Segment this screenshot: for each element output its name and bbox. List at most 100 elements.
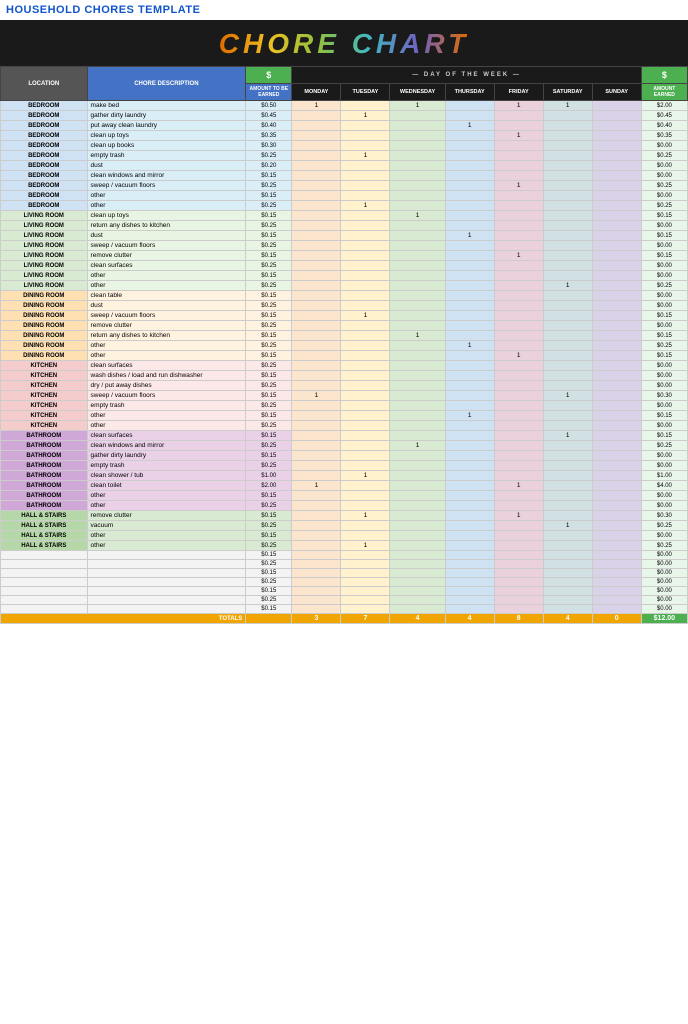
day-cell-mon	[292, 311, 341, 321]
day-cell-sun	[592, 351, 641, 361]
day-cell-sun	[592, 201, 641, 211]
day-cell-sat	[543, 569, 592, 578]
day-cell-thu	[445, 311, 494, 321]
day-cell-sun	[592, 231, 641, 241]
day-cell-mon	[292, 151, 341, 161]
day-cell-sat	[543, 161, 592, 171]
day-cell-fri	[494, 191, 543, 201]
day-cell-sun	[592, 441, 641, 451]
day-cell-fri	[494, 121, 543, 131]
day-cell-thu	[445, 251, 494, 261]
table-row: KITCHEN other $0.15 1 $0.15	[1, 411, 688, 421]
amount-cell: $0.15	[246, 587, 292, 596]
day-cell-mon	[292, 461, 341, 471]
day-cell-tue	[341, 161, 390, 171]
day-cell-mon	[292, 371, 341, 381]
earned-cell: $0.15	[641, 251, 687, 261]
chore-cell: clean up books	[87, 141, 246, 151]
day-cell-wed	[390, 361, 445, 371]
chart-title-text: Chore Chart	[219, 28, 469, 59]
day-cell-mon	[292, 491, 341, 501]
day-cell-sun	[592, 491, 641, 501]
day-cell-sun	[592, 569, 641, 578]
day-cell-fri	[494, 291, 543, 301]
day-cell-thu	[445, 281, 494, 291]
chore-cell: empty trash	[87, 151, 246, 161]
location-cell: KITCHEN	[1, 391, 88, 401]
day-cell-sun	[592, 501, 641, 511]
chore-cell: other	[87, 281, 246, 291]
day-cell-thu	[445, 451, 494, 461]
day-cell-thu	[445, 501, 494, 511]
location-cell: LIVING ROOM	[1, 271, 88, 281]
location-cell: LIVING ROOM	[1, 281, 88, 291]
amount-cell: $0.15	[246, 251, 292, 261]
day-cell-thu	[445, 491, 494, 501]
earned-cell: $0.15	[641, 211, 687, 221]
location-cell	[1, 560, 88, 569]
amount-cell: $2.00	[246, 481, 292, 491]
day-cell-mon	[292, 321, 341, 331]
chore-cell: sweep / vacuum floors	[87, 311, 246, 321]
day-cell-fri	[494, 541, 543, 551]
location-cell: BEDROOM	[1, 191, 88, 201]
day-cell-mon	[292, 181, 341, 191]
friday-header: FRIDAY	[494, 84, 543, 101]
day-cell-thu	[445, 211, 494, 221]
day-cell-tue	[341, 481, 390, 491]
day-cell-tue	[341, 531, 390, 541]
day-cell-wed	[390, 351, 445, 361]
table-row: BATHROOM empty trash $0.25 $0.00	[1, 461, 688, 471]
day-cell-fri	[494, 531, 543, 541]
chore-cell: other	[87, 191, 246, 201]
chore-cell: clean table	[87, 291, 246, 301]
day-cell-sat	[543, 491, 592, 501]
day-cell-sat	[543, 221, 592, 231]
day-cell-fri	[494, 521, 543, 531]
day-cell-tue	[341, 551, 390, 560]
day-cell-tue	[341, 241, 390, 251]
chore-cell	[87, 560, 246, 569]
day-cell-tue: 1	[341, 201, 390, 211]
day-cell-tue	[341, 501, 390, 511]
day-cell-sat	[543, 560, 592, 569]
location-cell: HALL & STAIRS	[1, 511, 88, 521]
day-cell-tue: 1	[341, 511, 390, 521]
day-cell-fri	[494, 551, 543, 560]
day-cell-thu	[445, 541, 494, 551]
day-cell-tue: 1	[341, 471, 390, 481]
day-cell-sun	[592, 461, 641, 471]
day-cell-sat	[543, 421, 592, 431]
day-cell-sun	[592, 301, 641, 311]
earned-cell: $0.00	[641, 301, 687, 311]
amount-cell: $0.15	[246, 211, 292, 221]
earned-cell: $0.15	[641, 431, 687, 441]
day-cell-wed	[390, 451, 445, 461]
day-cell-sat	[543, 511, 592, 521]
totals-wed: 4	[390, 614, 445, 624]
chore-cell: gather dirty laundry	[87, 111, 246, 121]
app-title: HOUSEHOLD CHORES TEMPLATE	[0, 0, 688, 20]
day-cell-wed	[390, 261, 445, 271]
location-cell: BEDROOM	[1, 161, 88, 171]
day-cell-thu	[445, 201, 494, 211]
day-cell-fri	[494, 381, 543, 391]
day-cell-tue	[341, 291, 390, 301]
day-cell-mon	[292, 578, 341, 587]
day-cell-sat	[543, 191, 592, 201]
location-cell: KITCHEN	[1, 401, 88, 411]
location-cell: KITCHEN	[1, 361, 88, 371]
day-cell-tue	[341, 587, 390, 596]
amount-cell: $0.15	[246, 491, 292, 501]
earned-cell: $0.45	[641, 111, 687, 121]
day-cell-mon	[292, 605, 341, 614]
chore-cell: dust	[87, 301, 246, 311]
table-row: KITCHEN clean surfaces $0.25 $0.00	[1, 361, 688, 371]
day-cell-wed	[390, 141, 445, 151]
day-cell-sat	[543, 301, 592, 311]
day-cell-thu	[445, 351, 494, 361]
day-cell-fri	[494, 371, 543, 381]
chore-cell	[87, 569, 246, 578]
chore-cell: clean surfaces	[87, 361, 246, 371]
day-cell-sun	[592, 541, 641, 551]
